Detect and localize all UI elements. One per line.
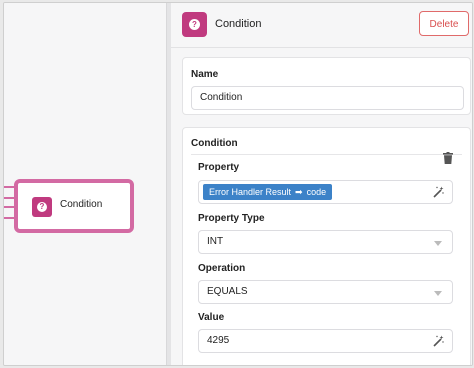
connector-line xyxy=(4,217,14,219)
section-divider xyxy=(191,154,462,155)
properties-panel: ? Condition Delete Name Condition Condit… xyxy=(171,3,472,365)
trash-icon[interactable] xyxy=(443,152,453,164)
chip-field: code xyxy=(306,187,327,197)
property-field[interactable]: Error Handler Result ➡ code xyxy=(198,180,453,204)
chevron-down-icon xyxy=(434,241,442,246)
question-icon: ? xyxy=(182,12,207,37)
magic-wand-icon[interactable] xyxy=(432,335,444,347)
magic-wand-icon[interactable] xyxy=(432,186,444,198)
property-type-label: Property Type xyxy=(198,213,265,224)
connector-line xyxy=(4,206,14,208)
chevron-down-icon xyxy=(434,291,442,296)
condition-section-label: Condition xyxy=(191,138,238,149)
property-type-value: INT xyxy=(207,236,224,247)
operation-label: Operation xyxy=(198,263,246,274)
operation-select[interactable]: EQUALS xyxy=(198,280,453,304)
connector-line xyxy=(4,186,14,188)
chip-arrow: ➡ xyxy=(295,187,303,197)
value-label: Value xyxy=(198,312,225,323)
condition-section: Condition Property Error Handler Result ➡… xyxy=(182,127,471,365)
property-chip[interactable]: Error Handler Result ➡ code xyxy=(203,184,333,200)
property-label: Property xyxy=(198,162,240,173)
condition-node[interactable]: ? Condition xyxy=(14,179,134,233)
value-text: 4295 xyxy=(207,335,230,346)
name-section: Name Condition xyxy=(182,57,471,115)
name-label: Name xyxy=(191,69,219,80)
operation-value: EQUALS xyxy=(207,286,248,297)
question-icon: ? xyxy=(32,197,52,217)
chip-source: Error Handler Result xyxy=(209,187,292,197)
node-label: Condition xyxy=(60,199,103,210)
header-divider xyxy=(171,47,472,48)
value-field[interactable]: 4295 xyxy=(198,329,453,353)
property-type-select[interactable]: INT xyxy=(198,230,453,254)
app-frame: ? Condition ? Condition Delete Name Cond… xyxy=(3,2,473,366)
panel-title: Condition xyxy=(215,18,262,30)
name-field[interactable]: Condition xyxy=(191,86,464,110)
delete-button[interactable]: Delete xyxy=(419,11,469,36)
workflow-canvas[interactable]: ? Condition xyxy=(4,3,166,365)
